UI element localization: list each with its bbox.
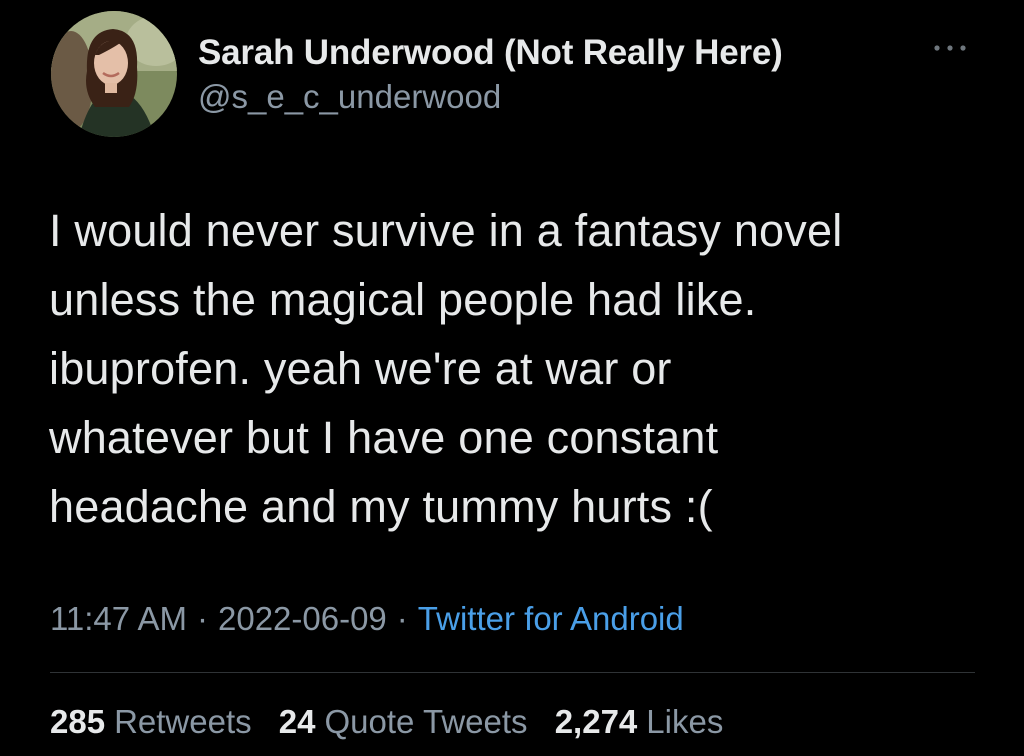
quote-tweets-count: 24 bbox=[278, 703, 316, 740]
likes-count: 2,274 bbox=[554, 703, 638, 740]
retweets-count: 285 bbox=[50, 703, 106, 740]
engagement-stats: 285 Retweets 24 Quote Tweets 2,274 Likes bbox=[50, 703, 741, 741]
tweet-text: I would never survive in a fantasy novel… bbox=[49, 205, 843, 532]
tweet-date[interactable]: 2022-06-09 bbox=[218, 600, 387, 637]
more-horizontal-icon[interactable] bbox=[930, 38, 970, 58]
likes-stat[interactable]: 2,274 Likes bbox=[555, 703, 724, 740]
quote-tweets-label: Quote Tweets bbox=[324, 703, 528, 740]
source-link[interactable]: Twitter for Android bbox=[418, 600, 684, 637]
quote-tweets-stat[interactable]: 24 Quote Tweets bbox=[279, 703, 528, 740]
avatar[interactable] bbox=[51, 11, 177, 137]
separator-dot: · bbox=[196, 600, 208, 637]
display-name[interactable]: Sarah Underwood (Not Really Here) bbox=[198, 33, 783, 73]
likes-label: Likes bbox=[646, 703, 724, 740]
retweets-label: Retweets bbox=[114, 703, 252, 740]
separator-dot: · bbox=[396, 600, 408, 637]
profile-photo bbox=[51, 11, 177, 137]
tweet-time[interactable]: 11:47 AM bbox=[50, 600, 187, 637]
user-handle[interactable]: @s_e_c_underwood bbox=[198, 78, 501, 116]
tweet-card: Sarah Underwood (Not Really Here) @s_e_c… bbox=[0, 0, 1024, 756]
tweet-metadata: 11:47 AM · 2022-06-09 · Twitter for Android bbox=[50, 600, 684, 638]
retweets-stat[interactable]: 285 Retweets bbox=[50, 703, 252, 740]
divider bbox=[50, 672, 975, 673]
